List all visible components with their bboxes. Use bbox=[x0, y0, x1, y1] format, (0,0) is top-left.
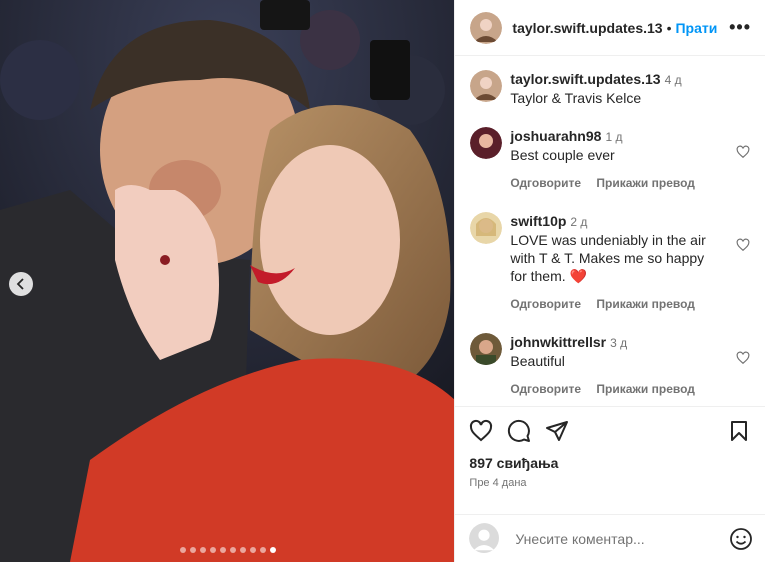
translate-button[interactable]: Прикажи превод bbox=[596, 176, 695, 190]
carousel-dot bbox=[249, 547, 256, 553]
comment-username[interactable]: swift10p bbox=[510, 213, 566, 229]
comment-actions: Одговорите Прикажи превод bbox=[510, 174, 724, 192]
comment-like-heart-icon[interactable] bbox=[736, 145, 750, 164]
comment-username[interactable]: johnwkittrellsr bbox=[510, 334, 606, 350]
reply-button[interactable]: Одговорите bbox=[510, 297, 581, 311]
translate-button[interactable]: Прикажи превод bbox=[596, 297, 695, 311]
caption-text: Taylor & Travis Kelce bbox=[510, 90, 642, 106]
comment-item: joshuarahn98 1 д Best couple ever Одговор… bbox=[470, 127, 750, 192]
post-header: taylor.swift.updates.13 • Прати ••• bbox=[455, 0, 765, 56]
carousel-dot bbox=[209, 547, 216, 553]
carousel-dot bbox=[239, 547, 246, 553]
carousel-dot bbox=[189, 547, 196, 553]
carousel-indicator bbox=[0, 547, 454, 553]
carousel-dot bbox=[199, 547, 206, 553]
comment-input[interactable] bbox=[513, 529, 729, 548]
caption-username[interactable]: taylor.swift.updates.13 bbox=[510, 71, 660, 87]
reply-button[interactable]: Одговорите bbox=[510, 382, 581, 396]
photo-image bbox=[0, 0, 455, 562]
post-date: Пре 4 дана bbox=[469, 477, 527, 489]
bookmark-icon[interactable] bbox=[727, 419, 751, 443]
comment-like-heart-icon[interactable] bbox=[736, 238, 750, 257]
more-options-icon[interactable]: ••• bbox=[729, 17, 751, 38]
carousel-dot bbox=[229, 547, 236, 553]
current-user-avatar bbox=[469, 522, 501, 555]
caption-avatar[interactable] bbox=[470, 70, 503, 102]
comment-bubble-icon[interactable] bbox=[507, 419, 531, 443]
comment-text: Beautiful bbox=[510, 353, 565, 369]
emoji-icon[interactable] bbox=[729, 527, 753, 551]
carousel-dot bbox=[259, 547, 266, 553]
comment-text: LOVE was undeniably in the air with T & … bbox=[510, 232, 706, 284]
carousel-dot bbox=[219, 547, 226, 553]
comment-list[interactable]: taylor.swift.updates.13 4 д Taylor & Trav… bbox=[455, 56, 765, 406]
comment-body: johnwkittrellsr 3 д Beautiful Одговорите … bbox=[510, 333, 750, 398]
caption-time: 4 д bbox=[664, 73, 682, 87]
commenter-avatar[interactable] bbox=[470, 333, 503, 365]
comment-username[interactable]: joshuarahn98 bbox=[510, 128, 601, 144]
carousel-prev-button[interactable] bbox=[9, 272, 33, 296]
comment-body: swift10p 2 д LOVE was undeniably in the a… bbox=[510, 212, 750, 313]
comment-time: 3 д bbox=[610, 336, 628, 350]
comment-text: Best couple ever bbox=[510, 147, 615, 163]
carousel-dot bbox=[269, 547, 276, 553]
add-comment-bar bbox=[455, 514, 765, 562]
comment-item: swift10p 2 д LOVE was undeniably in the a… bbox=[470, 212, 750, 313]
commenter-avatar[interactable] bbox=[470, 212, 503, 244]
post-caption: taylor.swift.updates.13 4 д Taylor & Trav… bbox=[470, 70, 750, 107]
post-actions: 897 свиђања Пре 4 дана bbox=[455, 406, 765, 514]
separator-dot: • bbox=[666, 19, 672, 36]
paper-plane-icon[interactable] bbox=[545, 419, 569, 443]
caption-body: taylor.swift.updates.13 4 д Taylor & Trav… bbox=[510, 70, 750, 107]
translate-button[interactable]: Прикажи превод bbox=[596, 382, 695, 396]
author-avatar[interactable] bbox=[470, 11, 503, 44]
carousel-dot bbox=[179, 547, 186, 553]
instagram-post: taylor.swift.updates.13 • Прати ••• tayl… bbox=[0, 0, 765, 562]
post-side-panel: taylor.swift.updates.13 • Прати ••• tayl… bbox=[454, 0, 765, 562]
action-icons bbox=[469, 419, 751, 443]
comment-actions: Одговорите Прикажи превод bbox=[510, 380, 724, 398]
post-photo[interactable] bbox=[0, 0, 455, 562]
comment-time: 1 д bbox=[605, 130, 623, 144]
follow-button[interactable]: Прати bbox=[675, 20, 717, 36]
comment-actions: Одговорите Прикажи превод bbox=[510, 295, 724, 313]
comment-item: johnwkittrellsr 3 д Beautiful Одговорите … bbox=[470, 333, 750, 398]
comment-body: joshuarahn98 1 д Best couple ever Одговор… bbox=[510, 127, 750, 192]
comment-time: 2 д bbox=[570, 215, 588, 229]
commenter-avatar[interactable] bbox=[470, 127, 503, 159]
author-username[interactable]: taylor.swift.updates.13 bbox=[512, 20, 662, 36]
comment-like-heart-icon[interactable] bbox=[736, 351, 750, 370]
heart-icon[interactable] bbox=[469, 419, 493, 443]
chevron-left-icon bbox=[15, 278, 27, 290]
reply-button[interactable]: Одговорите bbox=[510, 176, 581, 190]
likes-count[interactable]: 897 свиђања bbox=[469, 455, 751, 471]
